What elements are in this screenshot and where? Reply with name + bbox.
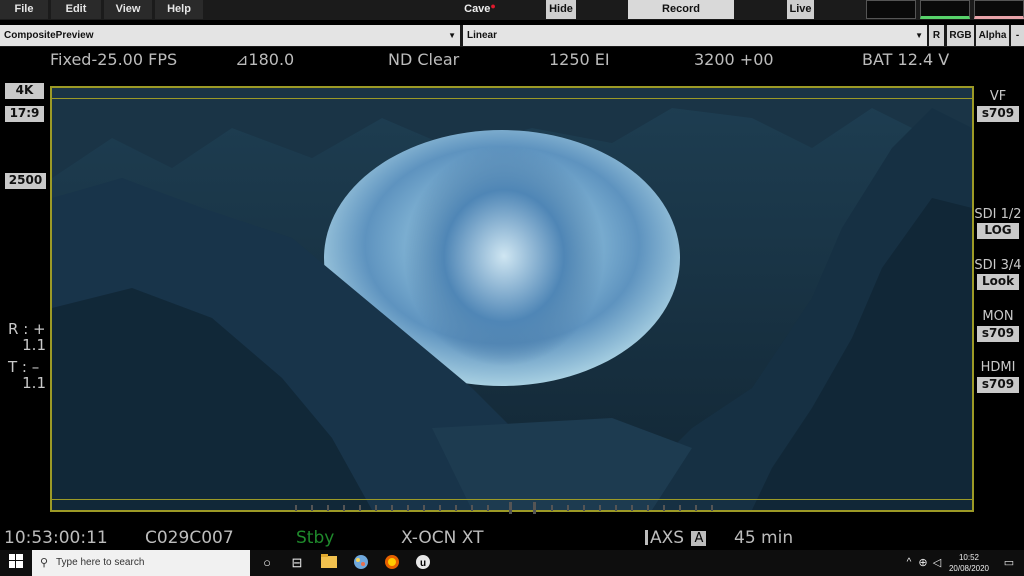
volume-icon[interactable]: ◁ [928,554,946,572]
composite-select-value: CompositePreview [4,30,94,41]
t-value: 1.1 [22,374,46,392]
vf-label: VF [989,89,1007,104]
sdi34-label: SDI 3/4 [974,258,1022,273]
fps-readout: Fixed-25.00 FPS [50,50,178,69]
preview-swatch-1[interactable] [866,0,916,19]
shutter-readout: ⊿180.0 [235,50,295,69]
vf-value: s709 [977,106,1019,122]
timecode-readout: 10:53:00:11 [4,528,108,548]
codec-readout: X-OCN XT [401,528,484,548]
project-title-text: Cave [464,3,491,15]
white-balance-readout: 3200 +00 [694,50,774,69]
unreal-engine-icon[interactable]: u [414,554,432,572]
minimize-panel-button[interactable]: - [1011,25,1024,46]
clip-name-readout: C029C007 [145,528,234,548]
menu-view[interactable]: View [104,0,152,19]
iso-badge: 2500 [5,173,46,189]
nd-readout: ND Clear [388,50,460,69]
file-explorer-icon[interactable] [320,554,338,572]
menu-help[interactable]: Help [155,0,203,19]
svg-text:u: u [420,558,426,569]
hide-button[interactable]: Hide [546,0,576,19]
ei-readout: 1250 EI [549,50,610,69]
hdmi-label: HDMI [980,360,1016,375]
view-toolbar: CompositePreview ▼ Linear ▼ R RGB Alpha … [0,25,1024,47]
remaining-time-readout: 45 min [734,528,794,548]
menu-bar: File Edit View Help Cave● Hide Record Li… [0,0,1024,20]
menu-file[interactable]: File [0,0,48,19]
media-bar-icon [645,530,648,545]
task-view-icon[interactable]: ⊟ [288,554,306,572]
resolution-badge: 4K [5,83,44,99]
menu-edit[interactable]: Edit [51,0,101,19]
media-readout: AXS A [645,528,707,548]
battery-readout: BAT 12.4 V [862,50,950,69]
record-state-readout: Stby [296,528,335,548]
timeline-ticks [295,502,713,514]
windows-start-icon[interactable] [7,554,25,572]
mon-label: MON [982,309,1014,324]
clock-time: 10:52 [958,553,980,562]
clock-date: 20/08/2020 [948,564,990,573]
channel-r-button[interactable]: R [929,25,944,46]
lut-select[interactable]: Linear ▼ [463,25,927,46]
hdmi-value: s709 [977,377,1019,393]
sdi12-value: LOG [977,223,1019,239]
media-name: AXS [650,528,685,548]
cortana-icon[interactable]: ○ [258,554,276,572]
media-slot-badge: A [691,531,707,546]
sdi12-label: SDI 1/2 [974,207,1022,222]
mon-value: s709 [977,326,1019,342]
preview-swatch-2[interactable] [920,0,970,19]
windows-taskbar: ⚲ Type here to search ○ ⊟ u ^ ⊕ ◁ 10:52 … [0,550,1024,576]
lut-select-value: Linear [467,30,498,41]
taskbar-clock[interactable]: 10:52 20/08/2020 [946,552,992,574]
unsaved-dot-icon: ● [490,1,496,11]
firefox-icon[interactable] [383,554,401,572]
taskbar-search-box[interactable]: ⚲ Type here to search [32,550,250,576]
notification-icon[interactable]: ▭ [1000,554,1018,572]
camera-viewport[interactable] [50,86,974,512]
aspect-badge: 17:9 [5,106,44,122]
chevron-down-icon: ▼ [448,31,456,40]
paint-icon[interactable] [352,554,370,572]
search-icon: ⚲ [40,557,49,569]
sdi34-value: Look [977,274,1019,290]
chevron-down-icon: ▼ [915,31,923,40]
channel-alpha-button[interactable]: Alpha [976,25,1009,46]
channel-rgb-button[interactable]: RGB [947,25,974,46]
live-button[interactable]: Live [787,0,814,19]
search-placeholder: Type here to search [56,557,145,568]
cave-scene-image [52,88,972,510]
project-title: Cave● [440,0,520,19]
preview-swatch-3[interactable] [974,0,1024,19]
composite-select[interactable]: CompositePreview ▼ [0,25,460,46]
record-button[interactable]: Record [628,0,734,19]
r-value: 1.1 [22,336,46,354]
